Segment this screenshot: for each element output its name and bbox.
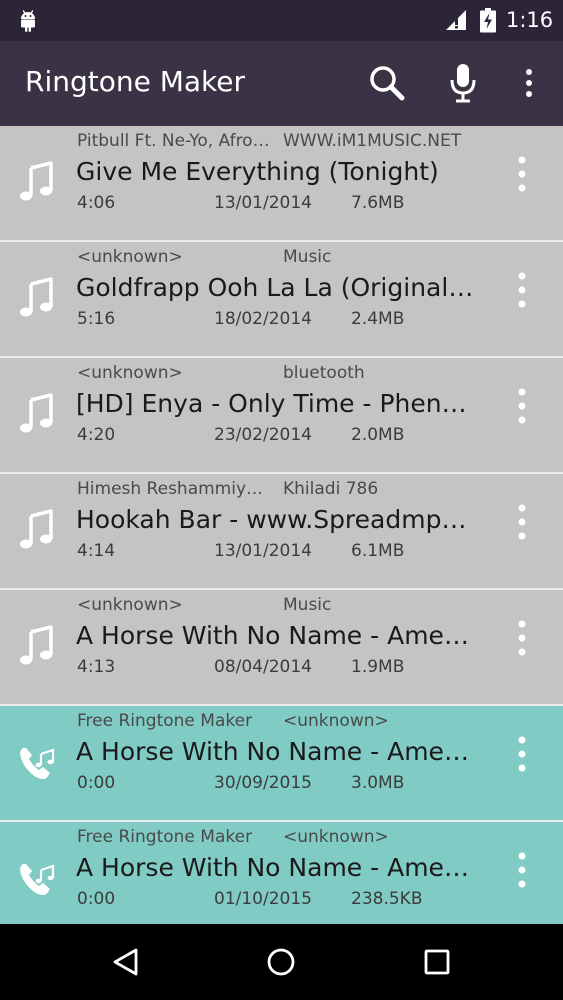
list-item[interactable]: <unknown> Music A Horse With No Name - A…: [0, 590, 563, 706]
song-title: Goldfrapp Ooh La La (Original Version): [76, 273, 478, 302]
album-label: bluetooth: [283, 363, 365, 383]
status-clock: 1:16: [506, 8, 554, 32]
album-label: WWW.iM1MUSIC.NET: [283, 131, 462, 151]
ringtone-phone-icon: [20, 864, 55, 895]
more-vert-icon: [518, 736, 526, 772]
date-label: 13/01/2014: [214, 193, 312, 213]
size-label: 2.0MB: [351, 425, 405, 445]
row-menu-button[interactable]: [500, 840, 544, 900]
android-icon: [21, 10, 35, 32]
date-label: 30/09/2015: [214, 773, 312, 793]
row-menu-button[interactable]: [500, 724, 544, 784]
more-vert-icon: [518, 504, 526, 540]
duration-label: 0:00: [77, 889, 116, 909]
song-title: Hookah Bar - www.Spreadmp3.com: [76, 505, 478, 534]
status-bar: 1:16: [0, 0, 563, 41]
size-label: 3.0MB: [351, 773, 405, 793]
recents-icon: [424, 949, 450, 975]
artist-label: Free Ringtone Maker: [77, 711, 253, 731]
size-label: 238.5KB: [351, 889, 423, 909]
artist-label: Pitbull Ft. Ne-Yo, Afrojack & Nayer: [77, 131, 273, 151]
date-label: 23/02/2014: [214, 425, 312, 445]
list-item[interactable]: Himesh Reshammiya, Vinit Singh Khiladi 7…: [0, 474, 563, 590]
song-title: A Horse With No Name - America: [76, 737, 478, 766]
date-label: 01/10/2015: [214, 889, 312, 909]
back-icon: [113, 948, 138, 976]
more-vert-icon: [518, 272, 526, 308]
row-menu-button[interactable]: [500, 144, 544, 204]
size-label: 7.6MB: [351, 193, 405, 213]
more-vert-icon: [518, 156, 526, 192]
music-note-icon: [20, 625, 53, 665]
song-title: Give Me Everything (Tonight): [76, 157, 439, 186]
back-button[interactable]: [102, 938, 150, 986]
album-label: <unknown>: [283, 827, 389, 847]
more-vert-icon: [518, 852, 526, 888]
duration-label: 4:20: [77, 425, 116, 445]
overflow-menu-button[interactable]: [505, 57, 553, 109]
size-label: 1.9MB: [351, 657, 405, 677]
ringtone-list: Pitbull Ft. Ne-Yo, Afrojack & Nayer WWW.…: [0, 126, 563, 938]
song-title: [HD] Enya - Only Time - Phenomenal: [76, 389, 478, 418]
app-toolbar: Ringtone Maker: [0, 41, 563, 126]
home-button[interactable]: [257, 938, 305, 986]
recents-button[interactable]: [413, 938, 461, 986]
album-label: Music: [283, 247, 332, 267]
ringtone-phone-icon: [20, 748, 55, 779]
voice-search-button[interactable]: [439, 57, 487, 109]
size-label: 6.1MB: [351, 541, 405, 561]
list-item[interactable]: Free Ringtone Maker <unknown> A Horse Wi…: [0, 706, 563, 822]
battery-charging-icon: [480, 8, 496, 33]
album-label: <unknown>: [283, 711, 389, 731]
app-title: Ringtone Maker: [25, 65, 246, 98]
navigation-bar: [0, 924, 563, 1000]
duration-label: 0:00: [77, 773, 116, 793]
artist-label: Free Ringtone Maker: [77, 827, 253, 847]
search-button[interactable]: [363, 57, 411, 109]
music-note-icon: [20, 393, 53, 433]
album-label: Khiladi 786: [283, 479, 379, 499]
music-note-icon: [20, 509, 53, 549]
list-item[interactable]: Free Ringtone Maker <unknown> A Horse Wi…: [0, 822, 563, 938]
duration-label: 4:13: [77, 657, 116, 677]
album-label: Music: [283, 595, 332, 615]
artist-label: Himesh Reshammiya, Vinit Singh: [77, 479, 273, 499]
list-item[interactable]: <unknown> bluetooth [HD] Enya - Only Tim…: [0, 358, 563, 474]
list-item[interactable]: Pitbull Ft. Ne-Yo, Afrojack & Nayer WWW.…: [0, 126, 563, 242]
music-note-icon: [20, 277, 53, 317]
song-title: A Horse With No Name - America: [76, 853, 478, 882]
date-label: 18/02/2014: [214, 309, 312, 329]
date-label: 08/04/2014: [214, 657, 312, 677]
artist-label: <unknown>: [77, 363, 183, 383]
search-icon: [370, 66, 405, 101]
more-vert-icon: [518, 388, 526, 424]
row-menu-button[interactable]: [500, 376, 544, 436]
artist-label: <unknown>: [77, 595, 183, 615]
row-menu-button[interactable]: [500, 492, 544, 552]
home-icon: [267, 948, 295, 976]
artist-label: <unknown>: [77, 247, 183, 267]
music-note-icon: [20, 161, 53, 201]
size-label: 2.4MB: [351, 309, 405, 329]
more-vert-icon: [526, 69, 532, 97]
song-title: A Horse With No Name - America: [76, 621, 478, 650]
list-item[interactable]: <unknown> Music Goldfrapp Ooh La La (Ori…: [0, 242, 563, 358]
duration-label: 4:06: [77, 193, 116, 213]
more-vert-icon: [518, 620, 526, 656]
duration-label: 5:16: [77, 309, 116, 329]
signal-icon: [446, 10, 466, 30]
row-menu-button[interactable]: [500, 260, 544, 320]
row-menu-button[interactable]: [500, 608, 544, 668]
microphone-icon: [450, 64, 476, 103]
duration-label: 4:14: [77, 541, 116, 561]
date-label: 13/01/2014: [214, 541, 312, 561]
